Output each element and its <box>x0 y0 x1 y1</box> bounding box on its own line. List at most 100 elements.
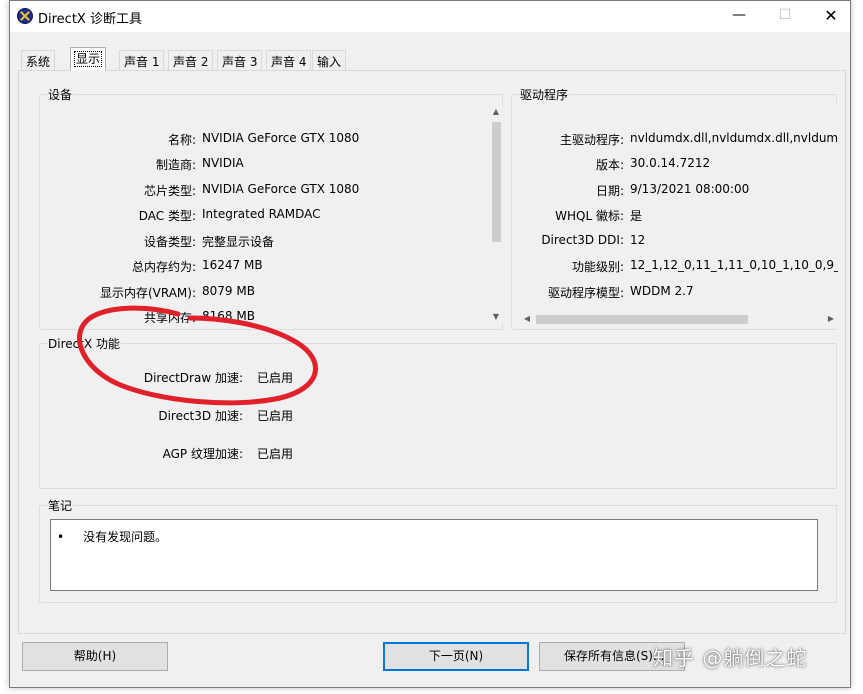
row-key: 日期: <box>595 184 624 198</box>
row-value: 12_1,12_0,11_1,11_0,10_1,10_0,9_3,9_2 <box>630 258 838 272</box>
row-value: 16247 MB <box>202 258 263 272</box>
close-icon[interactable]: ✕ <box>808 1 854 32</box>
tab-sound-2[interactable]: 声音 2 <box>168 50 214 71</box>
background-page-right <box>850 0 863 694</box>
device-row: 显示内存(VRAM): 8079 MB <box>48 284 488 300</box>
save-all-info-button-label: 保存所有信息(S)... <box>564 649 665 663</box>
feature-row: Direct3D 加速: 已启用 <box>40 407 838 423</box>
row-value: 已启用 <box>257 371 294 385</box>
tab-strip: 系统 显示 声音 1 声音 2 声音 3 声音 4 输入 <box>10 47 850 71</box>
next-page-button-label: 下一页(N) <box>428 649 484 663</box>
maximize-icon[interactable]: ☐ <box>762 1 808 32</box>
device-row: DAC 类型: Integrated RAMDAC <box>48 207 488 223</box>
tab-label: 显示 <box>73 51 103 67</box>
driver-row: 驱动程序模型: WDDM 2.7 <box>520 284 838 300</box>
notes-group: 笔记 • 没有发现问题。 <box>39 497 837 603</box>
tab-label: 声音 2 <box>173 55 209 69</box>
row-key: 主驱动程序: <box>559 133 624 147</box>
driver-info-list[interactable]: 主驱动程序: nvldumdx.dll,nvldumdx.dll,nvldumdx… <box>520 105 838 311</box>
row-value: 是 <box>630 209 643 223</box>
directx-window: DirectX 诊断工具 — ☐ ✕ 系统 显示 声音 1 声音 2 声音 3 … <box>9 0 851 688</box>
minimize-icon[interactable]: — <box>716 1 762 32</box>
tab-label: 输入 <box>317 55 342 69</box>
tab-label: 声音 3 <box>222 55 258 69</box>
tab-system[interactable]: 系统 <box>21 50 56 71</box>
device-row: 制造商: NVIDIA <box>48 156 488 172</box>
notes-textbox[interactable]: • 没有发现问题。 <box>50 519 818 591</box>
device-row: 总内存约为: 16247 MB <box>48 258 488 274</box>
row-key: Direct3D DDI: <box>541 233 624 247</box>
row-key: 制造商: <box>155 158 196 172</box>
directx-features-title: DirectX 功能 <box>47 335 121 352</box>
driver-hscrollbar[interactable]: ◀ ▶ <box>520 311 838 327</box>
row-key: 显示内存(VRAM): <box>99 286 196 300</box>
driver-row: 主驱动程序: nvldumdx.dll,nvldumdx.dll,nvldumdx… <box>520 131 838 147</box>
row-value: 已启用 <box>257 447 294 461</box>
device-row: 名称: NVIDIA GeForce GTX 1080 <box>48 131 488 147</box>
directx-icon <box>17 8 33 24</box>
feature-row: DirectDraw 加速: 已启用 <box>40 369 838 385</box>
notes-item-text: 没有发现问题。 <box>83 530 168 544</box>
row-key: 功能级别: <box>571 260 624 274</box>
driver-row: 版本: 30.0.14.7212 <box>520 156 838 172</box>
row-value: 完整显示设备 <box>202 235 275 249</box>
row-value: nvldumdx.dll,nvldumdx.dll,nvldumdx.d <box>630 131 838 145</box>
tab-sound-3[interactable]: 声音 3 <box>217 50 263 71</box>
tab-input[interactable]: 输入 <box>312 50 347 71</box>
scroll-left-icon[interactable]: ◀ <box>520 314 534 323</box>
scroll-right-icon[interactable]: ▶ <box>824 314 838 323</box>
row-value: WDDM 2.7 <box>630 284 694 298</box>
row-key: 驱动程序模型: <box>547 286 624 300</box>
row-key: 总内存约为: <box>131 260 196 274</box>
row-key: 名称: <box>167 133 196 147</box>
title-bar[interactable]: DirectX 诊断工具 — ☐ ✕ <box>10 1 850 32</box>
scroll-thumb[interactable] <box>536 315 748 324</box>
tab-sound-1[interactable]: 声音 1 <box>119 50 165 71</box>
driver-row: Direct3D DDI: 12 <box>520 233 838 249</box>
next-page-button[interactable]: 下一页(N) <box>383 642 529 671</box>
row-value: 30.0.14.7212 <box>630 156 711 170</box>
driver-group-title: 驱动程序 <box>519 86 570 103</box>
device-row: 设备类型: 完整显示设备 <box>48 233 488 249</box>
row-value: 8168 MB <box>202 309 255 323</box>
device-scrollbar[interactable]: ▲ ▼ <box>488 105 504 323</box>
directx-features-group: DirectX 功能 DirectDraw 加速: 已启用 Direct3D 加速… <box>39 335 838 489</box>
row-value: NVIDIA <box>202 156 244 170</box>
driver-group: 驱动程序 主驱动程序: nvldumdx.dll,nvldumdx.dll,nvl… <box>511 86 838 330</box>
notes-item: • 没有发现问题。 <box>57 530 168 544</box>
row-value: NVIDIA GeForce GTX 1080 <box>202 131 360 145</box>
tab-sound-4[interactable]: 声音 4 <box>266 50 312 71</box>
row-key: DirectDraw 加速: <box>143 371 243 385</box>
scroll-thumb[interactable] <box>492 122 501 242</box>
driver-row: 日期: 9/13/2021 08:00:00 <box>520 182 838 198</box>
display-panel: 设备 名称: NVIDIA GeForce GTX 1080 制造商: NVIDIA… <box>18 70 846 634</box>
row-key: 共享内存: <box>143 311 196 323</box>
notes-title: 笔记 <box>47 497 74 514</box>
device-group: 设备 名称: NVIDIA GeForce GTX 1080 制造商: NVIDIA… <box>39 86 504 330</box>
window-title: DirectX 诊断工具 <box>38 12 142 27</box>
device-row: 共享内存: 8168 MB <box>48 309 488 323</box>
row-key: DAC 类型: <box>138 209 196 223</box>
row-value: 已启用 <box>257 409 294 423</box>
row-value: 12 <box>630 233 646 247</box>
driver-row: 功能级别: 12_1,12_0,11_1,11_0,10_1,10_0,9_3,9… <box>520 258 838 274</box>
row-key: 设备类型: <box>143 235 196 249</box>
row-key: AGP 纹理加速: <box>162 447 243 461</box>
row-key: WHQL 徽标: <box>555 209 624 223</box>
feature-row: AGP 纹理加速: 已启用 <box>40 445 838 461</box>
device-row: 芯片类型: NVIDIA GeForce GTX 1080 <box>48 182 488 198</box>
row-value: NVIDIA GeForce GTX 1080 <box>202 182 360 196</box>
scroll-up-icon[interactable]: ▲ <box>488 107 504 116</box>
row-value: 9/13/2021 08:00:00 <box>630 182 750 196</box>
tab-display[interactable]: 显示 <box>70 47 107 71</box>
watermark: 知乎 @躺倒之蛇 <box>653 646 808 670</box>
tab-label: 声音 4 <box>271 55 307 69</box>
row-key: Direct3D 加速: <box>158 409 243 423</box>
scroll-down-icon[interactable]: ▼ <box>488 312 504 321</box>
device-info-list[interactable]: 名称: NVIDIA GeForce GTX 1080 制造商: NVIDIA 芯片… <box>48 105 488 323</box>
driver-row: WHQL 徽标: 是 <box>520 207 838 223</box>
help-button-label: 帮助(H) <box>73 649 117 663</box>
row-value: 8079 MB <box>202 284 255 298</box>
row-value: Integrated RAMDAC <box>202 207 321 221</box>
help-button[interactable]: 帮助(H) <box>22 642 168 671</box>
